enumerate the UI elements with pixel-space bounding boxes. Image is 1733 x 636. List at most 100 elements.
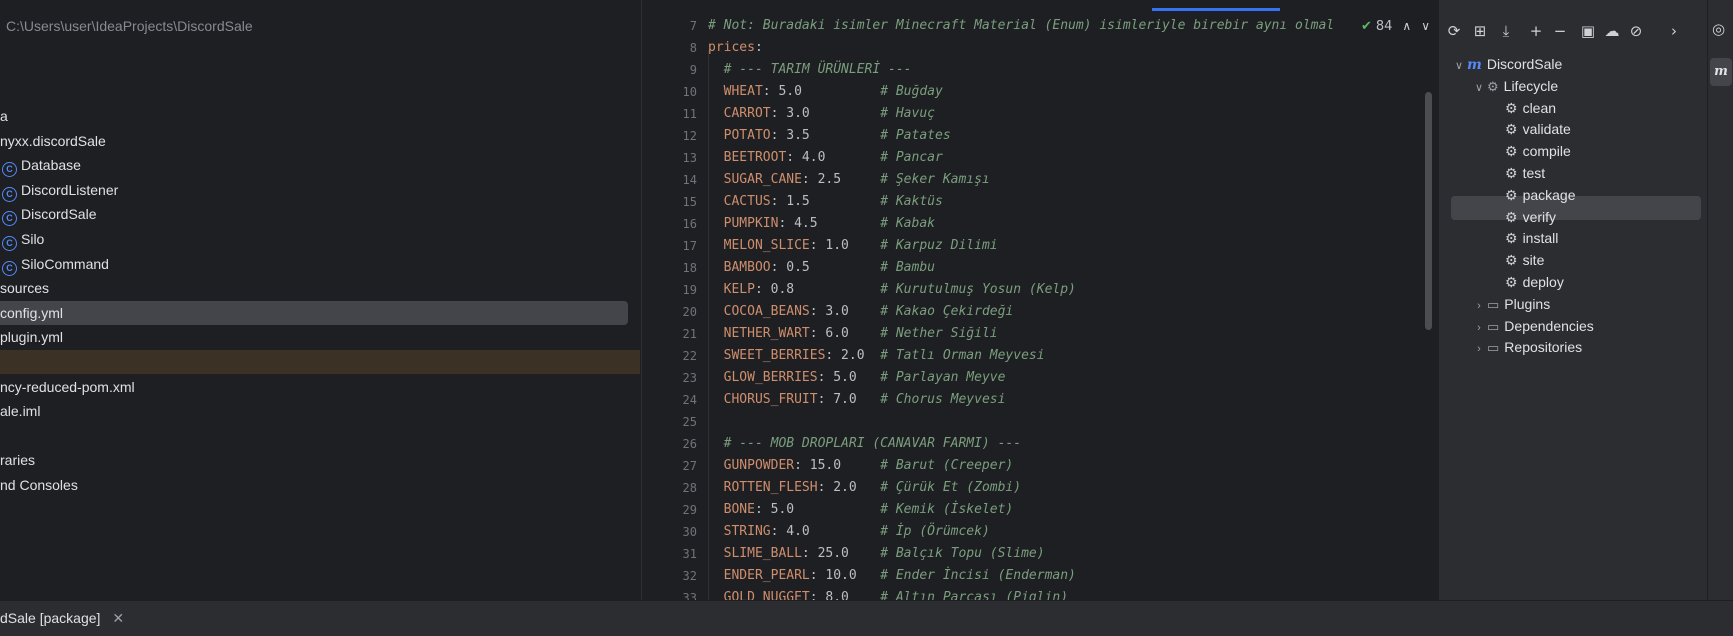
offline-icon[interactable]: ☁ bbox=[1601, 20, 1623, 42]
editor[interactable]: 7 8 9 10 11 12 13 14 15 16 17 18 19 20 21 22 23 24 25 26 27 2… bbox=[641, 0, 1438, 600]
chevron-down-icon[interactable]: ∨ bbox=[1471, 76, 1487, 100]
code-key: BEETROOT bbox=[708, 150, 787, 165]
add-folder-icon[interactable]: ⊞ bbox=[1469, 20, 1491, 42]
editor-scrollbar[interactable] bbox=[1425, 92, 1432, 330]
code-line[interactable]: BONE: 5.0 # Kemik (İskelet) bbox=[708, 499, 1014, 521]
minus-icon[interactable]: − bbox=[1549, 20, 1571, 42]
code-line[interactable]: GUNPOWDER: 15.0 # Barut (Creeper) bbox=[708, 455, 1014, 477]
lifecycle-goal-package[interactable]: ⚙ package bbox=[1505, 183, 1576, 207]
tree-item[interactable]: plugin.yml bbox=[0, 325, 63, 349]
code-line[interactable]: CARROT: 3.0 # Havuç bbox=[708, 103, 935, 125]
lifecycle-goal-verify[interactable]: ⚙ verify bbox=[1505, 205, 1556, 229]
code-line[interactable]: prices: bbox=[708, 37, 763, 59]
tree-item[interactable]: config.yml bbox=[0, 300, 628, 325]
tree-item-class[interactable]: C Silo bbox=[0, 227, 44, 251]
tree-item-class[interactable]: C DiscordListener bbox=[0, 178, 118, 202]
gear-folder-icon: ⚙ bbox=[1487, 78, 1499, 94]
line-number: 26 bbox=[682, 437, 697, 451]
lifecycle-goal-compile[interactable]: ⚙ compile bbox=[1505, 139, 1571, 163]
run-tab[interactable]: dSale [package] ✕ bbox=[0, 601, 124, 636]
lifecycle-node[interactable]: ∨ ⚙ Lifecycle bbox=[1471, 74, 1558, 98]
tree-item[interactable]: ale.iml bbox=[0, 399, 40, 423]
chevron-right-icon[interactable]: › bbox=[1471, 337, 1487, 361]
run-config-icon[interactable]: ▣ bbox=[1577, 20, 1599, 42]
class-icon: C bbox=[2, 162, 17, 178]
code-line[interactable]: POTATO: 3.5 # Patates bbox=[708, 125, 951, 147]
code-line[interactable]: CACTUS: 1.5 # Kaktüs bbox=[708, 191, 943, 213]
download-icon[interactable]: ⤓ bbox=[1495, 20, 1517, 42]
code-line[interactable]: SUGAR_CANE: 2.5 # Şeker Kamışı bbox=[708, 169, 990, 191]
code-line[interactable]: MELON_SLICE: 1.0 # Karpuz Dilimi bbox=[708, 235, 998, 257]
code-key: SLIME_BALL bbox=[708, 546, 802, 561]
code-line[interactable]: ROTTEN_FLESH: 2.0 # Çürük Et (Zombi) bbox=[708, 477, 1021, 499]
code-comment: # Buğday bbox=[880, 84, 943, 99]
lifecycle-goal-site[interactable]: ⚙ site bbox=[1505, 248, 1544, 272]
inspection-count: 84 bbox=[1375, 19, 1393, 34]
code-line[interactable]: BAMBOO: 0.5 # Bambu bbox=[708, 257, 935, 279]
code-value: : 4.0 bbox=[770, 524, 881, 539]
notifications-icon[interactable]: ◎ bbox=[1712, 20, 1725, 38]
code-line[interactable]: # Not: Buradaki isimler Minecraft Materi… bbox=[708, 15, 1334, 37]
line-number: 7 bbox=[689, 19, 697, 33]
tree-item[interactable]: nd Consoles bbox=[0, 473, 78, 497]
code-line[interactable]: SWEET_BERRIES: 2.0 # Tatlı Orman Meyvesi bbox=[708, 345, 1045, 367]
tree-item-class[interactable]: C SiloCommand bbox=[0, 252, 109, 276]
maven-tool-window-icon[interactable]: m bbox=[1710, 58, 1732, 86]
code-line[interactable]: GLOW_BERRIES: 5.0 # Parlayan Meyve bbox=[708, 367, 1006, 389]
gear-icon: ⚙ bbox=[1505, 230, 1518, 247]
code-line[interactable]: NETHER_WART: 6.0 # Nether Siğili bbox=[708, 323, 998, 345]
previous-highlight-icon[interactable]: ∧ bbox=[1402, 19, 1411, 33]
tree-item-class[interactable]: C Database bbox=[0, 153, 81, 178]
tree-item[interactable]: a bbox=[0, 104, 8, 128]
code-line[interactable]: KELP: 0.8 # Kurutulmuş Yosun (Kelp) bbox=[708, 279, 1076, 301]
code-line[interactable]: PUMPKIN: 4.5 # Kabak bbox=[708, 213, 935, 235]
goal-label: install bbox=[1522, 230, 1559, 247]
inspection-widget[interactable]: ✔ 84 ∧ ∨ bbox=[1356, 17, 1430, 35]
plus-icon[interactable]: + bbox=[1525, 20, 1547, 42]
lifecycle-label: Lifecycle bbox=[1503, 77, 1559, 94]
code-value: : 10.0 bbox=[809, 568, 881, 583]
code-line[interactable]: # --- MOB DROPLARI (CANAVAR FARMI) --- bbox=[708, 433, 1021, 455]
line-number: 32 bbox=[682, 569, 697, 583]
code-line[interactable]: STRING: 4.0 # İp (Örümcek) bbox=[708, 521, 990, 543]
lifecycle-goal-validate[interactable]: ⚙ validate bbox=[1505, 117, 1571, 141]
lifecycle-goal-test[interactable]: ⚙ test bbox=[1505, 161, 1545, 185]
line-number: 14 bbox=[682, 173, 697, 187]
code-line[interactable]: WHEAT: 5.0 # Buğday bbox=[708, 81, 943, 103]
code-value: : 2.5 bbox=[801, 172, 881, 187]
line-number: 20 bbox=[682, 305, 697, 319]
close-icon[interactable]: ✕ bbox=[112, 610, 124, 626]
skip-tests-icon[interactable]: ⊘ bbox=[1625, 20, 1647, 42]
tree-item[interactable]: nyxx.discordSale bbox=[0, 129, 106, 153]
tree-item-label: ale.iml bbox=[0, 403, 41, 420]
maven-group-plugins[interactable]: › ▭ Plugins bbox=[1471, 292, 1550, 316]
code-line[interactable]: ENDER_PEARL: 10.0 # Ender İncisi (Enderm… bbox=[708, 565, 1076, 587]
maven-group-dependencies[interactable]: › ▭ Dependencies bbox=[1471, 314, 1594, 338]
code-line[interactable]: BEETROOT: 4.0 # Pancar bbox=[708, 147, 943, 169]
tree-item-class[interactable]: C DiscordSale bbox=[0, 202, 96, 227]
lifecycle-goal-clean[interactable]: ⚙ clean bbox=[1505, 96, 1556, 120]
code-line[interactable]: CHORUS_FRUIT: 7.0 # Chorus Meyvesi bbox=[708, 389, 1006, 411]
code-value: : 5.0 bbox=[817, 370, 881, 385]
chevron-down-icon[interactable]: ∨ bbox=[1451, 54, 1467, 78]
code-line[interactable]: COCOA_BEANS: 3.0 # Kakao Çekirdeği bbox=[708, 301, 1014, 323]
code-line[interactable]: GOLD_NUGGET: 8.0 # Altın Parçası (Piglin… bbox=[708, 587, 1068, 600]
code-key: STRING bbox=[708, 524, 771, 539]
tree-item[interactable]: sources bbox=[0, 276, 49, 300]
reload-icon[interactable]: ⟳ bbox=[1443, 20, 1465, 42]
code-line[interactable]: # --- TARIM ÜRÜNLERİ --- bbox=[708, 59, 912, 81]
maven-project-root[interactable]: ∨ m DiscordSale bbox=[1451, 52, 1562, 76]
code-comment: # İp (Örümcek) bbox=[880, 524, 990, 539]
code-comment: # Kurutulmuş Yosun (Kelp) bbox=[880, 282, 1076, 297]
tree-item[interactable]: raries bbox=[0, 448, 35, 472]
more-icon[interactable]: › bbox=[1663, 20, 1685, 42]
code-line[interactable]: SLIME_BALL: 25.0 # Balçık Topu (Slime) bbox=[708, 543, 1045, 565]
group-label: Repositories bbox=[1504, 339, 1583, 356]
next-highlight-icon[interactable]: ∨ bbox=[1421, 19, 1430, 33]
lifecycle-goal-deploy[interactable]: ⚙ deploy bbox=[1505, 270, 1564, 294]
lifecycle-goal-install[interactable]: ⚙ install bbox=[1505, 226, 1558, 250]
maven-group-repositories[interactable]: › ▭ Repositories bbox=[1471, 335, 1582, 359]
tree-item[interactable]: ncy-reduced-pom.xml bbox=[0, 375, 135, 399]
code-value: : 5.0 bbox=[762, 84, 881, 99]
code-comment: # Çürük Et (Zombi) bbox=[880, 480, 1022, 495]
